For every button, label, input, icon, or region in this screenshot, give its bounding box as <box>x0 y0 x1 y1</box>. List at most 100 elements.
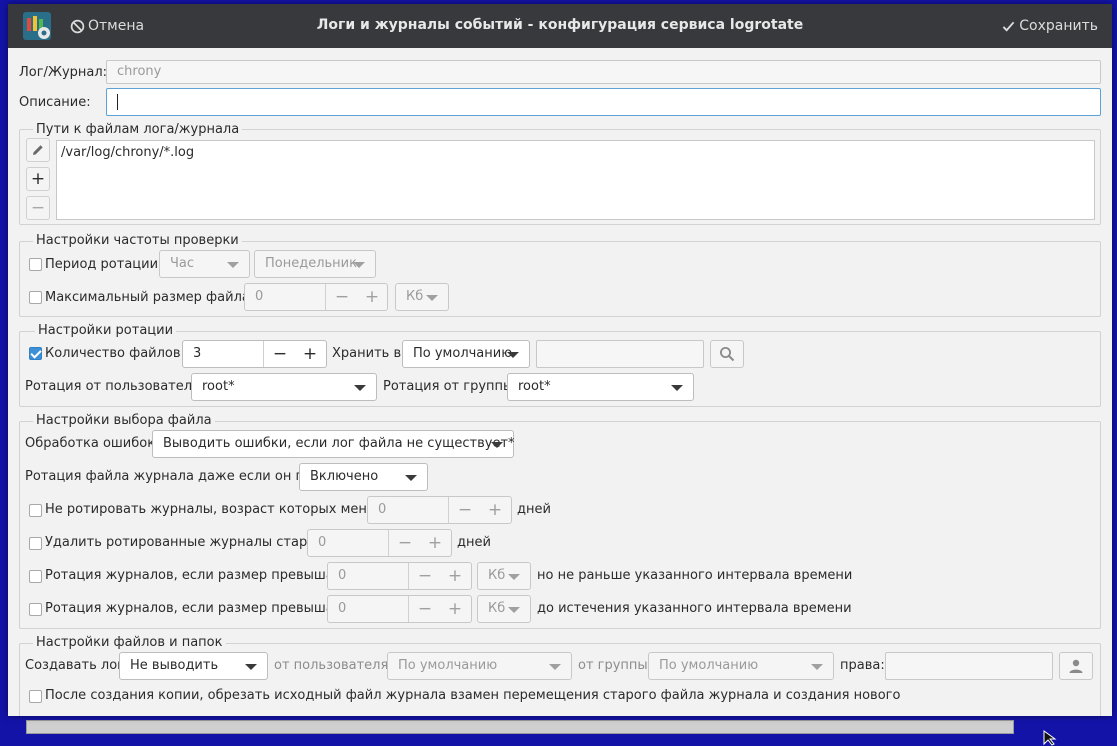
increment-button[interactable]: + <box>420 530 450 556</box>
increment-button[interactable]: + <box>357 284 387 310</box>
min-age-label: Не ротировать журналы, возраст которых м… <box>45 502 395 517</box>
log-name-field: chrony <box>106 60 1101 84</box>
frequency-group-title: Настройки частоты проверки <box>33 233 242 249</box>
create-group-label: от группы: <box>578 658 653 673</box>
rotate-user-select[interactable]: root* <box>191 373 377 401</box>
increment-button[interactable]: + <box>440 563 470 589</box>
file-selection-group-title: Настройки выбора файла <box>33 413 215 429</box>
decrement-button[interactable]: − <box>327 284 357 310</box>
log-name-label: Лог/Журнал: <box>19 65 108 80</box>
max-size-spinner[interactable]: 0 − + <box>327 595 472 623</box>
dialog-title: Логи и журналы событий - конфигурация се… <box>316 17 804 33</box>
rotation-group-title: Настройки ротации <box>35 323 177 339</box>
browse-folder-button[interactable] <box>710 340 744 368</box>
min-size-suffix-label: но не раньше указанного интервала времен… <box>537 568 853 583</box>
chevron-down-icon <box>507 352 519 358</box>
create-log-select[interactable]: Не выводить <box>119 652 268 680</box>
max-age-unit-label: дней <box>457 535 491 550</box>
create-group-select[interactable]: По умолчанию <box>648 652 834 680</box>
chevron-down-icon <box>508 607 520 613</box>
rotate-if-empty-label: Ротация файла журнала даже если он пуст: <box>25 469 331 484</box>
checkmark-icon <box>1002 21 1015 32</box>
rotate-if-empty-select[interactable]: Включено <box>299 463 428 491</box>
error-handling-label: Обработка ошибок: <box>25 436 160 451</box>
max-age-checkbox[interactable] <box>29 537 42 550</box>
logrotate-config-dialog: Отмена Логи и журналы событий - конфигур… <box>8 4 1112 716</box>
add-path-button[interactable]: + <box>26 167 50 191</box>
create-log-label: Создавать лог <box>25 658 124 673</box>
plus-icon: + <box>30 169 46 189</box>
copytruncate-checkbox[interactable] <box>29 690 42 703</box>
create-user-label: от пользователя: <box>274 658 393 673</box>
max-file-size-label: Максимальный размер файла: <box>45 290 255 305</box>
min-size-checkbox[interactable] <box>29 570 42 583</box>
increment-button[interactable]: + <box>295 341 325 367</box>
dialog-header: Отмена Логи и журналы событий - конфигур… <box>8 4 1112 48</box>
min-age-unit-label: дней <box>517 502 551 517</box>
max-file-size-spinner[interactable]: 0 − + <box>244 283 388 311</box>
save-button-label: Сохранить <box>1019 18 1098 34</box>
chevron-down-icon <box>549 664 561 670</box>
paths-group-title: Пути к файлам лога/журнала <box>33 122 243 138</box>
file-count-spinner[interactable]: 3 − + <box>182 340 327 368</box>
rotation-period-checkbox[interactable] <box>29 258 42 271</box>
text-caret <box>117 93 118 110</box>
permissions-user-button[interactable] <box>1059 652 1093 680</box>
rotation-period-label: Период ротации: <box>45 257 163 272</box>
decrement-button[interactable]: − <box>390 530 420 556</box>
pencil-icon <box>33 145 43 155</box>
decrement-button[interactable]: − <box>410 596 440 622</box>
decrement-button[interactable]: − <box>265 341 295 367</box>
paths-list[interactable]: /var/log/chrony/*.log <box>56 140 1095 220</box>
chevron-down-icon <box>671 385 683 391</box>
increment-button[interactable]: + <box>480 497 510 523</box>
create-user-select[interactable]: По умолчанию <box>387 652 572 680</box>
chevron-down-icon <box>426 295 438 301</box>
increment-button[interactable]: + <box>440 596 470 622</box>
permissions-label: права: <box>840 658 885 673</box>
rotation-weekday-select[interactable]: Понедельник <box>254 250 376 278</box>
chevron-down-icon <box>227 262 239 268</box>
max-file-size-unit-select[interactable]: Кб <box>395 283 449 311</box>
files-folders-group-title: Настройки файлов и папок <box>33 635 226 651</box>
min-size-spinner[interactable]: 0 − + <box>327 562 472 590</box>
chevron-down-icon <box>354 385 366 391</box>
rotation-period-unit-select[interactable]: Час <box>159 250 250 278</box>
remove-path-button[interactable]: − <box>26 196 50 220</box>
store-in-select[interactable]: По умолчанию <box>402 340 530 368</box>
max-age-label: Удалить ротированные журналы старше <box>45 535 328 550</box>
file-count-checkbox[interactable] <box>29 347 42 360</box>
search-icon <box>720 347 735 362</box>
background-window-edge <box>26 720 1014 734</box>
chevron-down-icon <box>491 442 503 448</box>
max-size-label: Ротация журналов, если размер превышает <box>45 601 350 616</box>
save-button[interactable]: Сохранить <box>1002 16 1098 36</box>
max-size-checkbox[interactable] <box>29 603 42 616</box>
user-icon <box>1069 659 1083 673</box>
decrement-button[interactable]: − <box>410 563 440 589</box>
max-size-suffix-label: до истечения указанного интервала времен… <box>537 601 852 616</box>
chevron-down-icon <box>405 475 417 481</box>
min-age-spinner[interactable]: 0 − + <box>367 496 512 524</box>
chevron-down-icon <box>508 574 520 580</box>
store-path-field[interactable] <box>536 340 704 368</box>
max-file-size-checkbox[interactable] <box>29 291 42 304</box>
path-item[interactable]: /var/log/chrony/*.log <box>61 145 1090 161</box>
min-age-checkbox[interactable] <box>29 504 42 517</box>
edit-path-button[interactable] <box>26 138 50 162</box>
permissions-field[interactable] <box>885 652 1053 680</box>
chevron-down-icon <box>811 664 823 670</box>
max-size-unit-select[interactable]: Кб <box>477 595 531 623</box>
error-handling-select[interactable]: Выводить ошибки, если лог файла не сущес… <box>152 430 515 458</box>
chevron-down-icon <box>245 664 257 670</box>
minus-icon: − <box>30 198 46 218</box>
decrement-button[interactable]: − <box>450 497 480 523</box>
copytruncate-label: После создания копии, обрезать исходный … <box>45 688 901 703</box>
description-input[interactable] <box>106 88 1101 116</box>
min-size-unit-select[interactable]: Кб <box>477 562 531 590</box>
rotate-group-select[interactable]: root* <box>507 373 694 401</box>
mouse-cursor-icon <box>1043 730 1057 746</box>
max-age-spinner[interactable]: 0 − + <box>307 529 452 557</box>
description-label: Описание: <box>19 95 91 110</box>
store-in-label: Хранить в: <box>332 346 406 361</box>
